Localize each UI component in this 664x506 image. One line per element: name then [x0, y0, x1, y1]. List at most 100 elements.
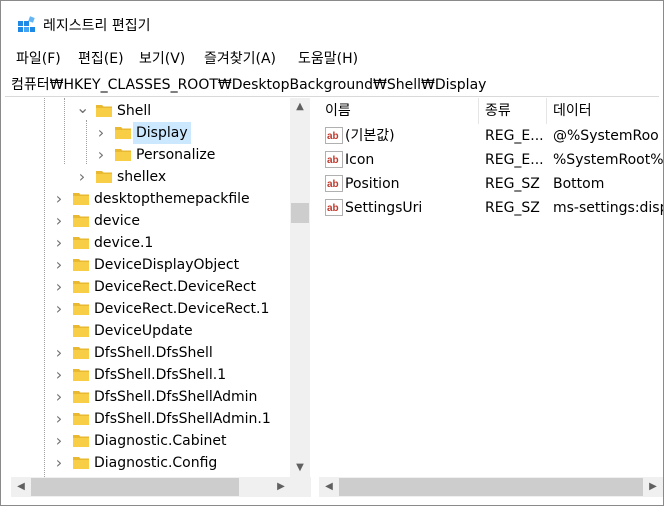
value-row[interactable]: ab (기본값) REG_E... @%SystemRoo — [319, 124, 663, 148]
tree-item[interactable]: › DeviceRect.DeviceRect — [11, 276, 289, 298]
column-header-data[interactable]: 데이터 — [547, 98, 663, 124]
tree-item[interactable]: › DfsShell.DfsShell — [11, 342, 289, 364]
tree-item-label: Personalize — [136, 147, 216, 163]
chevron-right-icon[interactable]: › — [53, 188, 65, 210]
tree-item[interactable]: › shellex — [11, 166, 289, 188]
scroll-left-arrow-icon[interactable]: ◀ — [319, 477, 339, 497]
chevron-right-icon[interactable]: › — [53, 364, 65, 386]
folder-icon — [73, 347, 89, 359]
folder-icon — [73, 413, 89, 425]
scroll-right-arrow-icon[interactable]: ▶ — [643, 477, 663, 497]
tree-item[interactable]: › desktopthemepackfile — [11, 188, 289, 210]
value-row[interactable]: ab Icon REG_E... %SystemRoot% — [319, 148, 663, 172]
tree-item[interactable]: › Display — [11, 122, 289, 144]
menu-favorites[interactable]: 즐겨찾기(A) — [203, 47, 277, 71]
tree-item[interactable]: › DfsShell.DfsShell.1 — [11, 364, 289, 386]
chevron-right-icon[interactable]: › — [53, 276, 65, 298]
list-horizontal-scrollbar[interactable]: ◀ ▶ — [319, 477, 663, 497]
tree-item-label: DeviceRect.DeviceRect — [94, 279, 257, 295]
folder-icon — [73, 369, 89, 381]
folder-icon — [73, 259, 89, 271]
value-type: REG_SZ — [485, 176, 540, 192]
tree-item[interactable]: › Diagnostic.Config — [11, 452, 289, 474]
value-data: ms-settings:disp — [553, 200, 663, 216]
string-value-icon: ab — [325, 199, 343, 216]
tree-item[interactable]: › DeviceRect.DeviceRect.1 — [11, 298, 289, 320]
tree-item[interactable]: DeviceUpdate — [11, 320, 289, 342]
tree-item-label: device.1 — [94, 235, 154, 251]
value-type: REG_E... — [485, 128, 544, 144]
folder-icon — [73, 215, 89, 227]
chevron-right-icon[interactable]: › — [53, 232, 65, 254]
tree-item-label: DfsShell.DfsShell — [94, 345, 213, 361]
menu-file[interactable]: 파일(F) — [15, 47, 62, 71]
tree-item[interactable]: › Diagnostic.Cabinet — [11, 430, 289, 452]
tree-vertical-scrollbar[interactable]: ▲ ▼ — [290, 98, 310, 477]
address-bar[interactable]: 컴퓨터₩HKEY_CLASSES_ROOT₩DesktopBackground₩… — [5, 73, 659, 97]
folder-icon — [115, 127, 131, 139]
scrollbar-thumb[interactable] — [31, 478, 239, 496]
folder-icon — [115, 149, 131, 161]
tree-item[interactable]: › device — [11, 210, 289, 232]
chevron-right-icon[interactable]: › — [53, 430, 65, 452]
registry-editor-icon — [18, 16, 35, 32]
tree-item[interactable]: › DfsShell.DfsShellAdmin.1 — [11, 408, 289, 430]
chevron-right-icon[interactable]: › — [53, 342, 65, 364]
chevron-down-icon[interactable]: ⌄ — [76, 100, 89, 122]
tree-item[interactable]: › device.1 — [11, 232, 289, 254]
chevron-right-icon[interactable]: › — [53, 408, 65, 430]
scroll-up-arrow-icon[interactable]: ▲ — [290, 98, 310, 116]
key-tree-pane[interactable]: ⌄ Shell › Display › Personalize › shellex › deskt… — [11, 98, 312, 497]
chevron-right-icon[interactable]: › — [53, 452, 65, 474]
chevron-right-icon[interactable]: › — [95, 144, 107, 166]
folder-icon — [73, 303, 89, 315]
value-row[interactable]: ab Position REG_SZ Bottom — [319, 172, 663, 196]
tree-item[interactable]: › DeviceDisplayObject — [11, 254, 289, 276]
column-header-type[interactable]: 종류 — [479, 98, 547, 124]
tree-item-label: shellex — [117, 169, 167, 185]
string-value-icon: ab — [325, 127, 343, 144]
svg-text:ab: ab — [327, 131, 339, 142]
chevron-right-icon[interactable]: › — [53, 386, 65, 408]
value-data: Bottom — [553, 176, 605, 192]
value-name: Icon — [345, 152, 375, 168]
tree-horizontal-scrollbar[interactable]: ◀ ▶ — [11, 477, 291, 497]
folder-icon — [73, 391, 89, 403]
folder-icon — [73, 193, 89, 205]
window-title: 레지스트리 편집기 — [43, 18, 151, 34]
menu-view[interactable]: 보기(V) — [138, 47, 186, 71]
tree-item[interactable]: ⌄ Shell — [11, 100, 289, 122]
tree-item-label: DeviceUpdate — [94, 323, 193, 339]
menu-edit[interactable]: 편집(E) — [77, 47, 125, 71]
column-header-name[interactable]: 이름 — [319, 98, 479, 124]
scrollbar-thumb[interactable] — [291, 203, 309, 223]
tree-item-label: DeviceRect.DeviceRect.1 — [94, 301, 270, 317]
folder-icon — [73, 457, 89, 469]
folder-icon — [96, 171, 112, 183]
menu-help[interactable]: 도움말(H) — [297, 47, 359, 71]
title-bar: 레지스트리 편집기 — [1, 1, 663, 39]
chevron-right-icon[interactable]: › — [95, 122, 107, 144]
scroll-down-arrow-icon[interactable]: ▼ — [290, 459, 310, 477]
tree-item-label: DfsShell.DfsShell.1 — [94, 367, 227, 383]
scroll-right-arrow-icon[interactable]: ▶ — [271, 477, 291, 497]
tree-item[interactable]: › DfsShell.DfsShellAdmin — [11, 386, 289, 408]
folder-icon — [73, 435, 89, 447]
value-name: SettingsUri — [345, 200, 423, 216]
folder-icon — [96, 105, 112, 117]
chevron-right-icon[interactable]: › — [53, 298, 65, 320]
value-row[interactable]: ab SettingsUri REG_SZ ms-settings:disp — [319, 196, 663, 220]
scrollbar-thumb[interactable] — [339, 478, 643, 496]
scroll-left-arrow-icon[interactable]: ◀ — [11, 477, 31, 497]
values-list-pane[interactable]: 이름 종류 데이터 ab (기본값) REG_E... @%SystemRoo ab Ic… — [319, 98, 663, 497]
scrollbar-corner — [291, 477, 311, 497]
string-value-icon: ab — [325, 175, 343, 192]
chevron-right-icon[interactable]: › — [53, 254, 65, 276]
chevron-right-icon[interactable]: › — [76, 166, 88, 188]
tree-item[interactable]: › Personalize — [11, 144, 289, 166]
tree-item-label: DeviceDisplayObject — [94, 257, 240, 273]
svg-text:ab: ab — [327, 179, 339, 190]
tree-item-label: Shell — [117, 103, 152, 119]
value-type: REG_E... — [485, 152, 544, 168]
chevron-right-icon[interactable]: › — [53, 210, 65, 232]
